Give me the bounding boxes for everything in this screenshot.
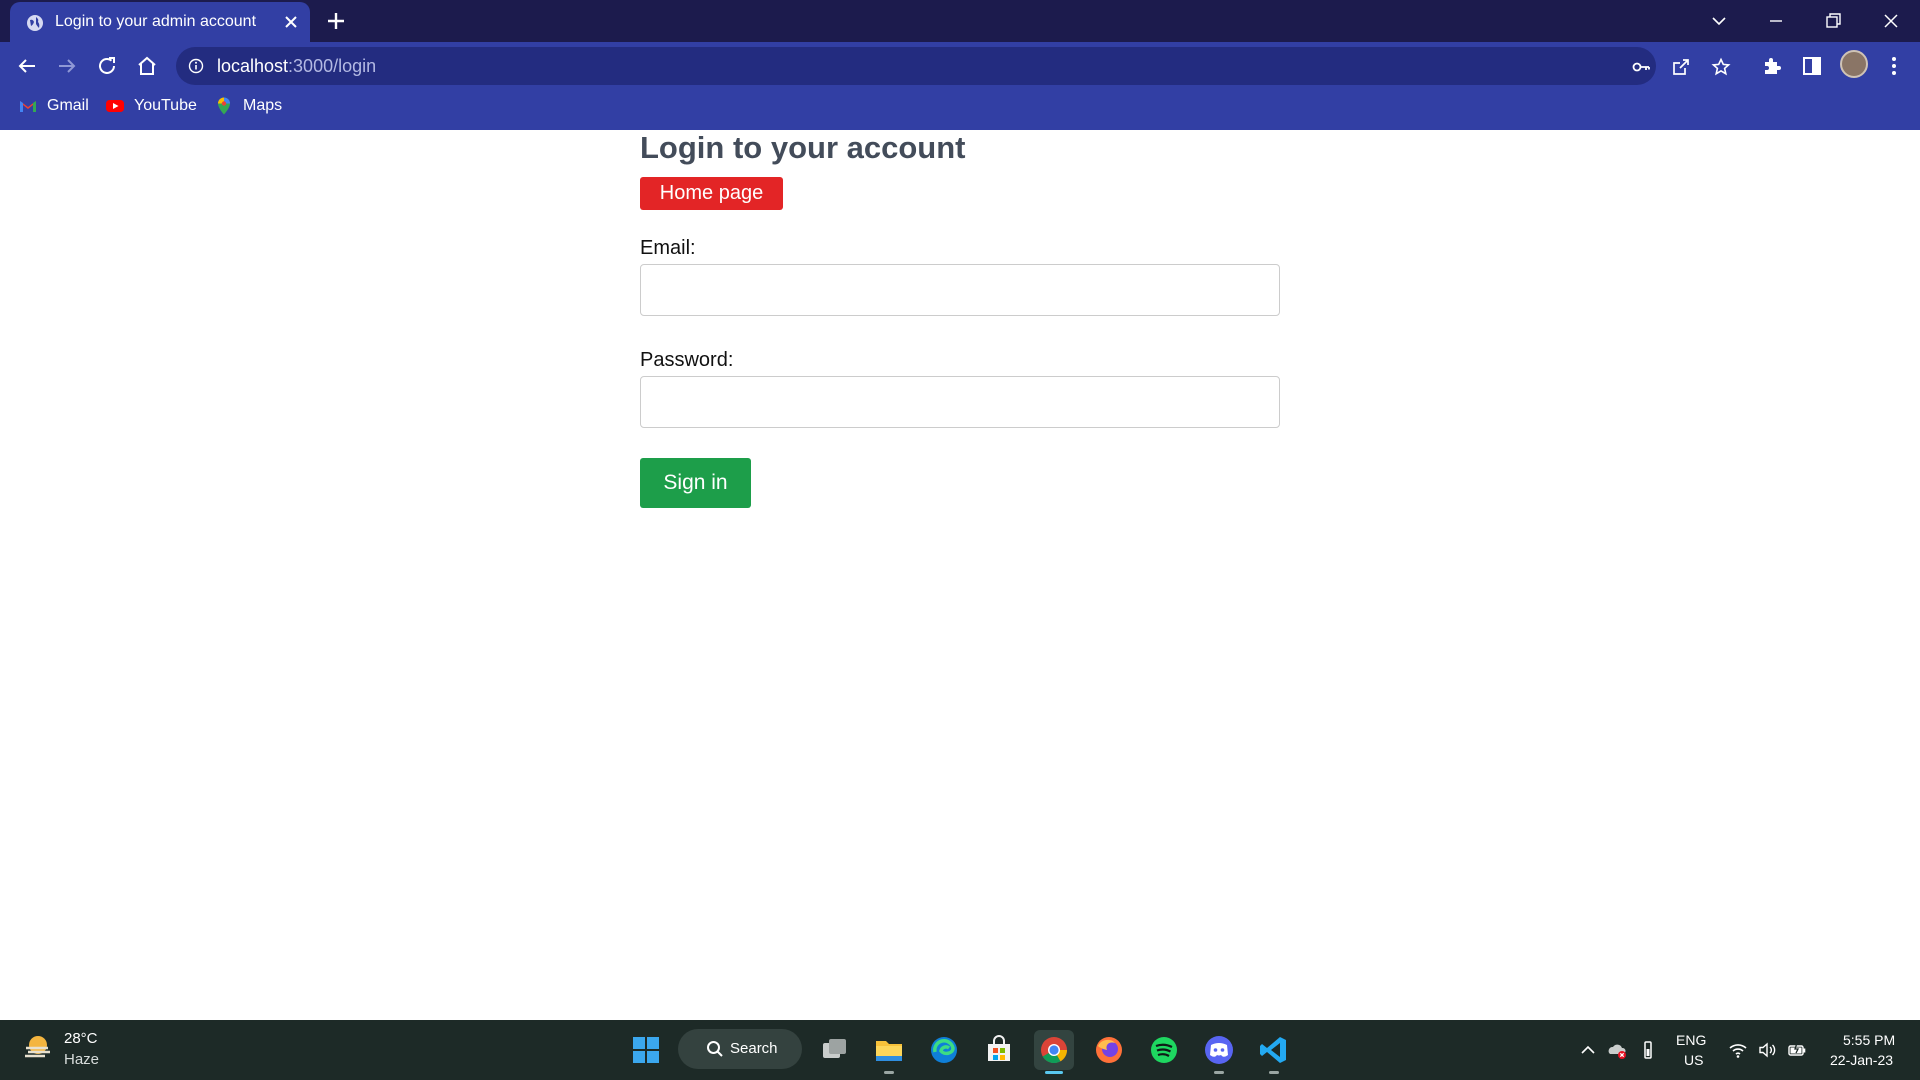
discord-icon (1205, 1036, 1233, 1064)
vscode-icon (1260, 1037, 1286, 1063)
side-panel-icon[interactable] (1800, 54, 1824, 78)
weather-description: Haze (64, 1051, 100, 1068)
youtube-icon (106, 100, 124, 112)
volume-icon[interactable] (1757, 1040, 1777, 1060)
weather-temperature: 28°C (64, 1030, 98, 1047)
home-icon[interactable] (135, 54, 159, 78)
password-field[interactable] (640, 376, 1280, 428)
spotify-icon (1151, 1037, 1177, 1063)
bookmark-star-icon[interactable] (1711, 57, 1731, 77)
firefox-app[interactable] (1089, 1030, 1129, 1070)
forward-icon[interactable] (55, 54, 79, 78)
bookmark-maps[interactable]: Maps (214, 95, 282, 117)
page-viewport: Login to your account Home page Email: P… (0, 130, 1920, 1020)
gmail-icon (20, 101, 36, 112)
store-icon (988, 1035, 1010, 1061)
menu-dots-icon[interactable] (1882, 54, 1906, 78)
haze-sun-icon (25, 1036, 50, 1058)
close-tab-icon[interactable] (282, 13, 300, 31)
bookmark-youtube[interactable]: YouTube (105, 95, 197, 117)
tab-login[interactable]: Login to your admin account (10, 2, 310, 42)
new-tab-icon[interactable] (326, 11, 346, 31)
taskbar-search[interactable]: Search (678, 1029, 802, 1069)
restore-icon[interactable] (1821, 9, 1845, 33)
back-icon[interactable] (15, 54, 39, 78)
usb-device-icon[interactable] (1638, 1040, 1658, 1060)
sign-in-button[interactable]: Sign in (640, 458, 751, 508)
input-region[interactable]: US (1684, 1052, 1703, 1068)
onedrive-error-icon[interactable] (1607, 1040, 1627, 1060)
home-page-button[interactable]: Home page (640, 177, 783, 210)
start-button[interactable] (626, 1030, 666, 1070)
site-info-icon[interactable] (188, 58, 204, 74)
firefox-icon (1096, 1037, 1122, 1063)
store-app[interactable] (979, 1030, 1019, 1070)
search-icon (707, 1041, 723, 1057)
bookmark-gmail[interactable]: Gmail (18, 95, 89, 117)
email-label: Email: (640, 237, 696, 259)
spotify-app[interactable] (1144, 1030, 1184, 1070)
vscode-app[interactable] (1254, 1030, 1294, 1074)
tab-strip: Login to your admin account (0, 0, 1920, 42)
url-text: localhost:3000/login (217, 56, 377, 76)
task-view-icon (823, 1039, 846, 1058)
minimize-icon[interactable] (1764, 9, 1788, 33)
tab-title: Login to your admin account (55, 13, 257, 30)
clock-date[interactable]: 22-Jan-23 (1830, 1052, 1893, 1068)
globe-icon (27, 15, 43, 31)
active-app-indicator (1045, 1071, 1063, 1074)
edge-icon (931, 1037, 957, 1063)
task-view-button[interactable] (815, 1030, 855, 1070)
running-indicator (1269, 1071, 1279, 1074)
clock-time[interactable]: 5:55 PM (1843, 1032, 1895, 1048)
maps-icon (218, 97, 230, 115)
file-explorer-app[interactable] (869, 1030, 909, 1074)
folder-icon (876, 1041, 902, 1061)
address-bar[interactable]: localhost:3000/login (176, 47, 1731, 85)
running-indicator (884, 1071, 894, 1074)
password-label: Password: (640, 349, 734, 371)
discord-app[interactable] (1199, 1030, 1239, 1074)
chrome-icon (1041, 1037, 1068, 1064)
tab-search-icon[interactable] (1707, 9, 1731, 33)
close-window-icon[interactable] (1879, 9, 1903, 33)
wifi-icon[interactable] (1728, 1040, 1748, 1060)
share-icon[interactable] (1671, 57, 1691, 77)
windows-taskbar: 28°C Haze Search ENG US 5:55 PM 22-Jan-2… (0, 1020, 1920, 1080)
browser-toolbar: localhost:3000/login Gmail YouTube Maps (0, 42, 1920, 130)
email-field[interactable] (640, 264, 1280, 316)
input-language[interactable]: ENG (1676, 1032, 1706, 1048)
reload-icon[interactable] (95, 54, 119, 78)
extensions-icon[interactable] (1760, 54, 1784, 78)
page-title: Login to your account (640, 130, 966, 165)
chrome-app[interactable] (1034, 1030, 1074, 1074)
bookmarks-bar: Gmail YouTube Maps (0, 90, 1920, 122)
battery-charging-icon[interactable] (1787, 1040, 1807, 1060)
windows-start-icon (633, 1037, 659, 1063)
running-indicator (1214, 1071, 1224, 1074)
key-icon[interactable] (1631, 57, 1651, 77)
chevron-up-icon[interactable] (1578, 1040, 1598, 1060)
profile-avatar[interactable] (1840, 50, 1868, 78)
edge-app[interactable] (924, 1030, 964, 1070)
